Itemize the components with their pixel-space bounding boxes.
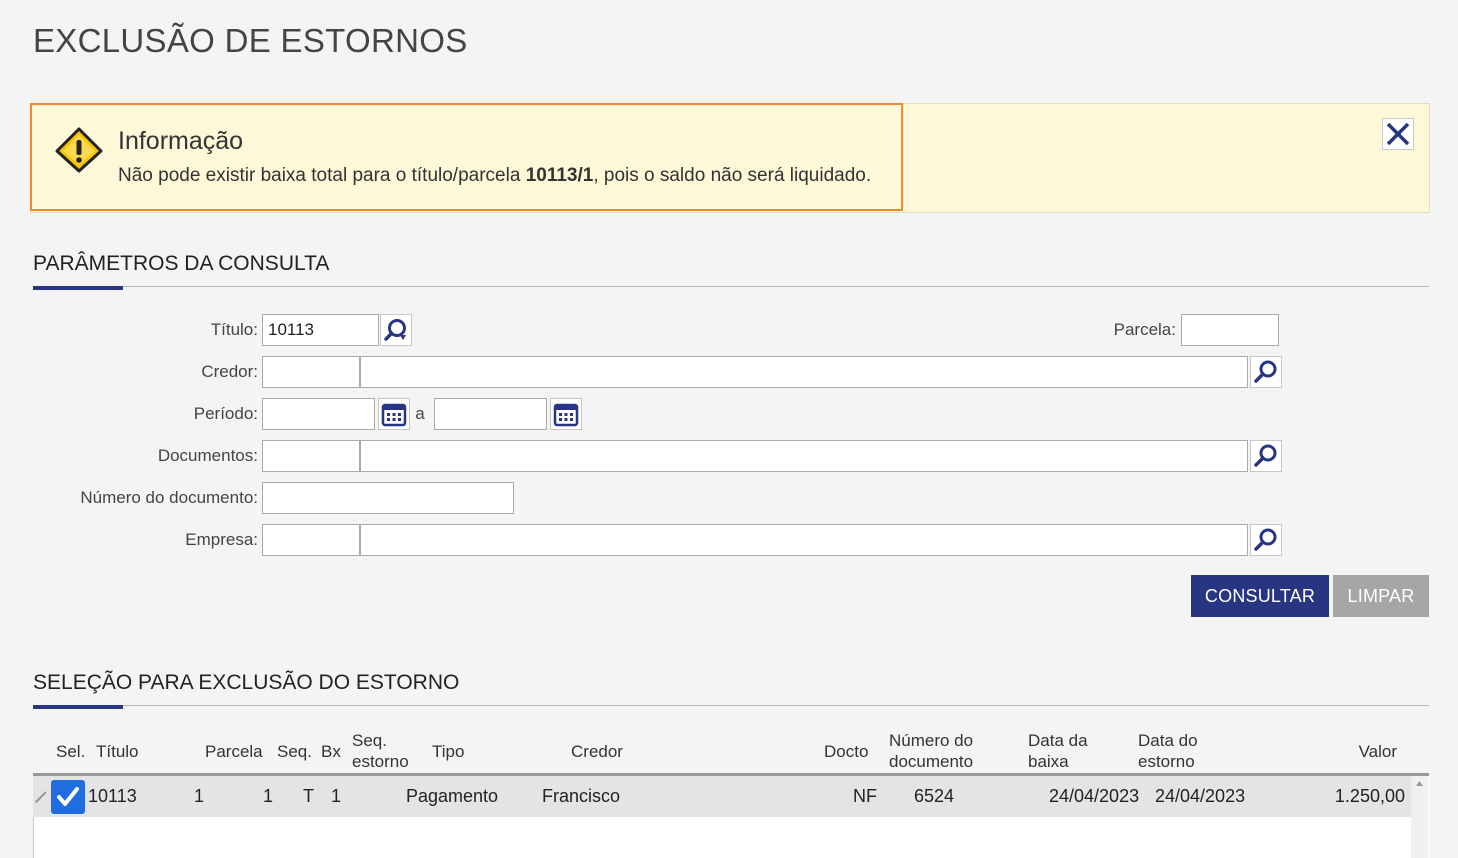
empresa-name-input[interactable] (360, 524, 1248, 556)
cell-data-baixa: 24/04/2023 (1049, 786, 1140, 806)
periodo-start-calendar-button[interactable] (378, 398, 410, 430)
col-header-numero-documento[interactable]: Número do documento (889, 730, 973, 772)
params-section-accent (33, 286, 123, 290)
col-header-valor[interactable]: Valor (1300, 741, 1397, 762)
documentos-name-input[interactable] (360, 440, 1248, 472)
row-select-checkbox[interactable] (51, 780, 85, 814)
banner-message-prefix: Não pode existir baixa total para o títu… (118, 165, 526, 186)
limpar-button[interactable]: LIMPAR (1333, 575, 1429, 617)
consultar-button[interactable]: CONSULTAR (1191, 575, 1329, 617)
col-header-seq-estorno[interactable]: Seq. estorno (352, 730, 409, 772)
table-scrollbar[interactable] (1411, 776, 1428, 858)
periodo-label: Período: (193, 404, 258, 423)
col-header-data-baixa[interactable]: Data da baixa (1028, 730, 1088, 772)
selection-section-title: SELEÇÃO PARA EXCLUSÃO DO ESTORNO (33, 671, 460, 694)
cell-data-estorno: 24/04/2023 (1155, 786, 1246, 806)
cell-seq: 1 (263, 786, 274, 806)
cell-docto: NF (853, 786, 877, 806)
calendar-icon (381, 403, 407, 427)
selection-section-accent (33, 705, 123, 709)
col-header-data-estorno-line1: Data do (1138, 731, 1198, 750)
col-header-seq[interactable]: Seq. (277, 741, 312, 762)
col-header-numero-documento-line1: Número do (889, 731, 974, 750)
col-header-seq-estorno-line2: estorno (352, 752, 409, 771)
col-header-credor[interactable]: Credor (571, 741, 623, 762)
row-edit-pencil-icon (33, 789, 49, 810)
search-icon (1254, 444, 1277, 467)
warning-icon (55, 127, 103, 173)
parcela-label: Parcela: (1113, 320, 1176, 339)
cell-tipo: Pagamento (406, 786, 499, 806)
col-header-seq-estorno-line1: Seq. (352, 731, 387, 750)
col-header-docto[interactable]: Docto (824, 741, 868, 762)
col-header-data-estorno-line2: estorno (1138, 752, 1195, 771)
parcela-input[interactable] (1181, 314, 1279, 346)
params-section-divider (33, 286, 1429, 287)
titulo-label: Título: (210, 320, 258, 339)
col-header-tipo[interactable]: Tipo (432, 741, 464, 762)
empresa-label: Empresa: (185, 530, 258, 549)
credor-label: Credor: (201, 362, 258, 381)
banner-message-bold: 10113/1 (525, 165, 594, 186)
col-header-sel[interactable]: Sel. (56, 741, 85, 762)
cell-numero-documento: 6524 (914, 786, 955, 806)
params-section-title: PARÂMETROS DA CONSULTA (33, 252, 330, 275)
cell-titulo: 10113 (88, 786, 137, 806)
banner-message: Não pode existir baixa total para o títu… (118, 165, 871, 187)
periodo-end-calendar-button[interactable] (550, 398, 582, 430)
credor-search-button[interactable] (1250, 356, 1282, 388)
empresa-search-button[interactable] (1250, 524, 1282, 556)
titulo-search-button[interactable] (380, 314, 412, 346)
col-header-data-baixa-line2: baixa (1028, 752, 1069, 771)
credor-code-input[interactable] (262, 356, 360, 388)
calendar-icon (553, 403, 579, 427)
documentos-search-button[interactable] (1250, 440, 1282, 472)
banner-message-suffix: , pois o saldo não será liquidado. (593, 165, 872, 186)
banner-close-button[interactable] (1382, 118, 1414, 150)
col-header-numero-documento-line2: documento (889, 752, 974, 771)
checkmark-icon (57, 787, 79, 806)
scroll-up-arrow-icon (1416, 781, 1423, 786)
numero-documento-label: Número do documento: (80, 488, 258, 507)
banner-title: Informação (118, 127, 244, 155)
cell-parcela: 1 (194, 786, 205, 806)
titulo-input[interactable] (262, 314, 379, 346)
search-icon (1254, 528, 1277, 551)
close-icon (1386, 122, 1410, 146)
info-banner-focus-outline (30, 103, 903, 211)
cell-credor: Francisco (542, 786, 621, 806)
cell-valor: 1.250,00 (1334, 786, 1405, 806)
refresh-search-icon (384, 319, 406, 341)
cell-bx: T (303, 786, 314, 806)
numero-documento-input[interactable] (262, 482, 514, 514)
col-header-parcela[interactable]: Parcela (205, 741, 263, 762)
col-header-bx[interactable]: Bx (321, 741, 341, 762)
col-header-titulo[interactable]: Título (96, 741, 139, 762)
periodo-end-input[interactable] (434, 398, 547, 430)
documentos-code-input[interactable] (262, 440, 360, 472)
cell-seq-estorno: 1 (331, 786, 342, 806)
col-header-data-estorno[interactable]: Data do estorno (1138, 730, 1198, 772)
empresa-code-input[interactable] (262, 524, 360, 556)
page-title: EXCLUSÃO DE ESTORNOS (33, 22, 468, 59)
selection-section-divider (33, 705, 1429, 706)
search-icon (1254, 360, 1277, 383)
col-header-data-baixa-line1: Data da (1028, 731, 1088, 750)
periodo-separator: a (415, 404, 425, 423)
periodo-start-input[interactable] (262, 398, 375, 430)
documentos-label: Documentos: (157, 446, 258, 465)
credor-name-input[interactable] (360, 356, 1248, 388)
